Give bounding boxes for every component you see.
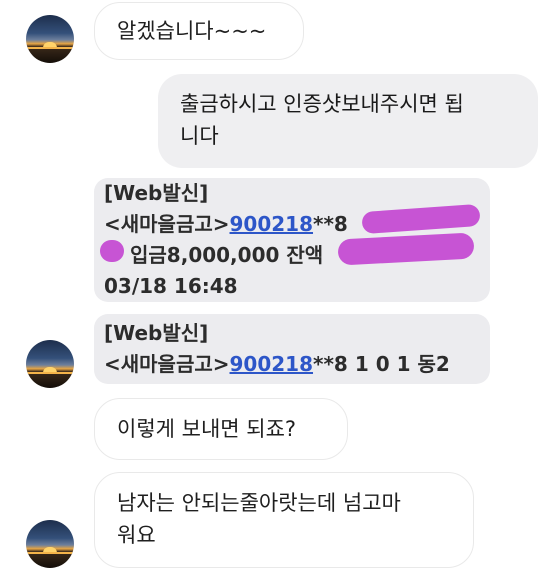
contact-avatar[interactable] <box>26 15 74 63</box>
account-number-link[interactable]: 900218 <box>230 212 314 236</box>
contact-avatar[interactable] <box>26 340 74 388</box>
sms-screenshot-image[interactable]: [Web발신] <새마을금고>900218**8 1 0 1 동2 <box>94 314 490 384</box>
sms-screenshot-image[interactable]: [Web발신] <새마을금고>900218**8 입금8,000,000 잔액 … <box>94 178 490 302</box>
message-text: 이렇게 보내면 되죠? <box>117 417 297 441</box>
sms-header: [Web발신] <box>104 321 209 345</box>
message-text-line: 니다 <box>180 124 219 148</box>
message-text-line: 남자는 안되는줄아랏는데 넘고마 <box>117 491 401 515</box>
message-text-line: 출금하시고 인증샷보내주시면 됩 <box>180 92 464 116</box>
message-text: 알겠습니다~~~ <box>117 19 267 43</box>
received-message-bubble[interactable]: 알겠습니다~~~ <box>94 2 304 60</box>
received-message-bubble[interactable]: 남자는 안되는줄아랏는데 넘고마 워요 <box>94 472 474 568</box>
message-text-line: 워요 <box>117 523 156 547</box>
sent-message-bubble[interactable]: 출금하시고 인증샷보내주시면 됩 니다 <box>158 74 538 168</box>
redaction-mark <box>100 240 124 262</box>
sms-header: [Web발신] <box>104 181 209 205</box>
account-number-link[interactable]: 900218 <box>230 352 314 376</box>
sms-datetime: 03/18 16:48 <box>104 274 238 298</box>
contact-avatar[interactable] <box>26 520 74 568</box>
sms-sender-line: <새마을금고>900218**8 1 0 1 동2 <box>104 352 450 376</box>
received-message-bubble[interactable]: 이렇게 보내면 되죠? <box>94 398 348 460</box>
